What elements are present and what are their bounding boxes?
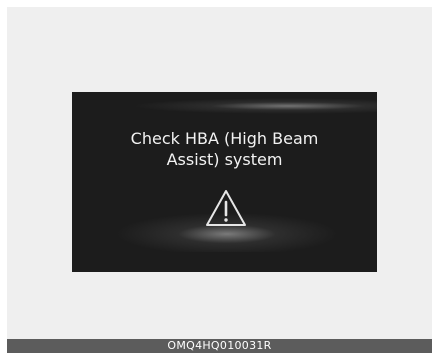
cluster-display: Check HBA (High Beam Assist) system xyxy=(72,92,377,272)
figure-panel: Check HBA (High Beam Assist) system xyxy=(7,7,432,339)
warning-message: Check HBA (High Beam Assist) system xyxy=(72,128,377,170)
warning-triangle-icon xyxy=(206,190,246,226)
display-glow-top xyxy=(132,98,377,114)
figure-caption-bar: OMQ4HQ010031R xyxy=(7,339,432,353)
warning-message-line1: Check HBA (High Beam xyxy=(130,129,319,148)
figure-code: OMQ4HQ010031R xyxy=(167,339,272,352)
warning-message-line2: Assist) system xyxy=(166,150,283,169)
